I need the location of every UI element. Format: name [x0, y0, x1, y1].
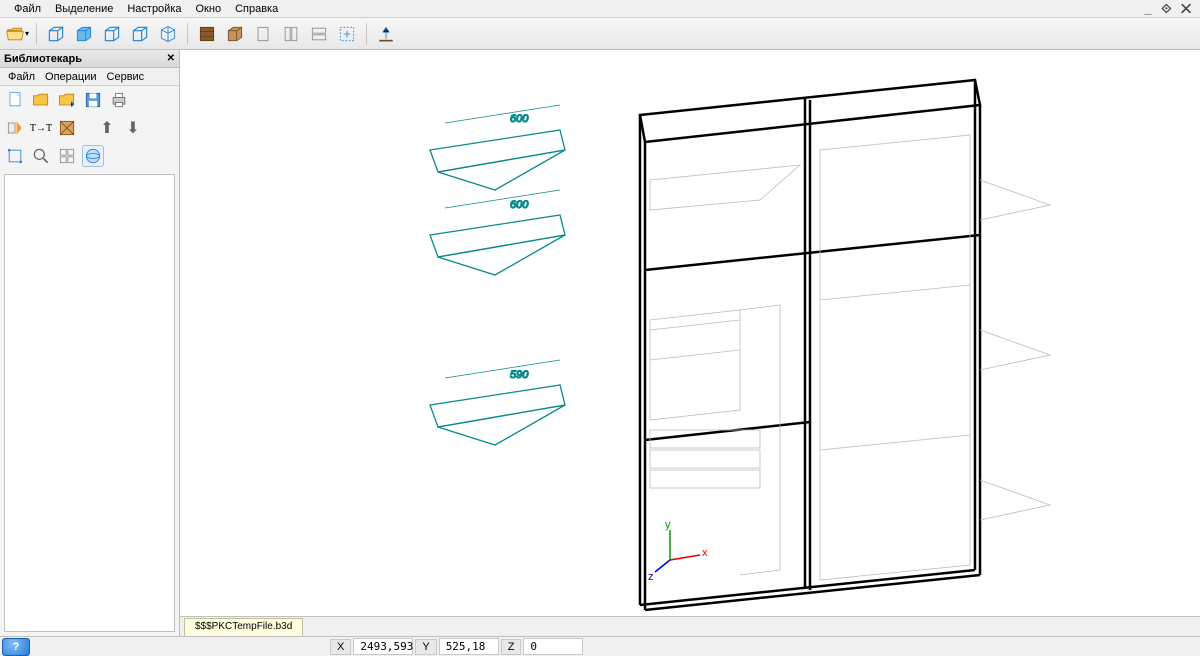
x-label: X [330, 639, 351, 655]
panel-tree-view[interactable] [4, 174, 175, 632]
view-tool-2[interactable] [30, 145, 52, 167]
help-icon: ? [13, 641, 20, 653]
svg-text:600: 600 [510, 113, 529, 125]
panel-menu-service[interactable]: Сервис [103, 70, 149, 84]
tool-flash-button[interactable] [4, 117, 26, 139]
box-3d-icon [225, 24, 245, 44]
content-area: Библиотекарь ✕ Файл Операции Сервис T→T … [0, 50, 1200, 636]
panel-h-button[interactable] [306, 21, 332, 47]
panel-toolbar-3 [0, 142, 179, 170]
panel-v-button[interactable] [278, 21, 304, 47]
panel-menu: Файл Операции Сервис [0, 68, 179, 86]
panel-menu-operations[interactable]: Операции [41, 70, 100, 84]
move-down-button[interactable]: ⬇ [122, 117, 144, 139]
menu-settings[interactable]: Настройка [121, 2, 187, 16]
y-label: Y [415, 639, 436, 655]
open-folder-button[interactable]: ▾ [4, 21, 30, 47]
printer-icon [109, 90, 129, 110]
tool-pattern-button[interactable] [56, 117, 78, 139]
panel-button[interactable] [250, 21, 276, 47]
cube-iso-icon [158, 24, 178, 44]
status-bar: ? X 2493,593 Y 525,18 Z 0 [0, 636, 1200, 656]
3d-model-render: 600 600 590 [180, 50, 1200, 636]
tool-text-button[interactable]: T→T [30, 117, 52, 139]
sphere-icon [83, 146, 103, 166]
grid-icon [57, 146, 77, 166]
panel-h-icon [309, 24, 329, 44]
add-box-button[interactable] [222, 21, 248, 47]
x-value[interactable]: 2493,593 [353, 638, 413, 655]
view-top-button[interactable] [127, 21, 153, 47]
side-panel: Библиотекарь ✕ Файл Операции Сервис T→T … [0, 50, 180, 636]
panel-menu-file[interactable]: Файл [4, 70, 39, 84]
wood-box-icon [197, 24, 217, 44]
new-file-icon [5, 90, 25, 110]
folder-icon [31, 90, 51, 110]
view-tool-3[interactable] [56, 145, 78, 167]
pattern-icon [57, 118, 77, 138]
arrow-up-icon: ⬆ [100, 118, 113, 138]
z-label: Z [501, 639, 522, 655]
panel-title-bar[interactable]: Библиотекарь ✕ [0, 50, 179, 68]
panel-toolbar-2: T→T ⬆ ⬇ [0, 114, 179, 142]
save-button[interactable] [82, 89, 104, 111]
svg-text:z: z [648, 571, 654, 583]
texture-box-button[interactable] [194, 21, 220, 47]
panel-close-icon[interactable]: ✕ [167, 53, 175, 64]
coordinate-readout: X 2493,593 Y 525,18 Z 0 [330, 638, 583, 655]
flash-icon [5, 118, 25, 138]
new-file-button[interactable] [4, 89, 26, 111]
view-left-button[interactable] [71, 21, 97, 47]
magnifier-icon [31, 146, 51, 166]
text-icon: T→T [30, 123, 52, 134]
3d-viewport[interactable]: 600 600 590 [180, 50, 1200, 636]
open-alt-button[interactable] [56, 89, 78, 111]
separator [187, 23, 188, 45]
cube-wire-icon [130, 24, 150, 44]
svg-text:x: x [702, 547, 708, 559]
menu-file[interactable]: Файл [8, 2, 47, 16]
view-tool-1[interactable] [4, 145, 26, 167]
y-value[interactable]: 525,18 [439, 638, 499, 655]
folder-arrow-icon [57, 90, 77, 110]
view-tool-4-active[interactable] [82, 145, 104, 167]
baseline-icon [376, 24, 396, 44]
svg-text:590: 590 [510, 369, 529, 381]
panel-icon [253, 24, 273, 44]
view-iso-button[interactable] [155, 21, 181, 47]
main-toolbar: ▾ [0, 18, 1200, 50]
panel-v-icon [281, 24, 301, 44]
rect-dots-icon [5, 146, 25, 166]
main-menu-bar: Файл Выделение Настройка Окно Справка _ … [0, 0, 1200, 18]
panel-toolbar-1 [0, 86, 179, 114]
view-right-button[interactable] [99, 21, 125, 47]
select-rect-icon [337, 24, 357, 44]
menu-help[interactable]: Справка [229, 2, 284, 16]
active-document-tab[interactable]: $$$PKCTempFile.b3d [184, 618, 303, 636]
save-icon [83, 90, 103, 110]
svg-text:600: 600 [510, 199, 529, 211]
help-button[interactable]: ? [2, 638, 30, 656]
document-tab-bar: $$$PKCTempFile.b3d [180, 616, 1200, 636]
view-front-button[interactable] [43, 21, 69, 47]
window-controls[interactable]: _ ⟐ ✕ [1144, 1, 1200, 17]
svg-text:y: y [665, 519, 671, 531]
open-button[interactable] [30, 89, 52, 111]
panel-title-text: Библиотекарь [4, 53, 82, 65]
folder-open-icon [5, 24, 25, 44]
z-value[interactable]: 0 [523, 638, 583, 655]
separator [366, 23, 367, 45]
rect-select-button[interactable] [334, 21, 360, 47]
cube-wire-icon [102, 24, 122, 44]
cube-wire-icon [74, 24, 94, 44]
print-button[interactable] [108, 89, 130, 111]
menu-selection[interactable]: Выделение [49, 2, 119, 16]
arrow-down-icon: ⬇ [126, 118, 139, 138]
move-up-button[interactable]: ⬆ [96, 117, 118, 139]
cube-wire-front-icon [46, 24, 66, 44]
baseline-button[interactable] [373, 21, 399, 47]
menu-window[interactable]: Окно [190, 2, 228, 16]
separator [36, 23, 37, 45]
